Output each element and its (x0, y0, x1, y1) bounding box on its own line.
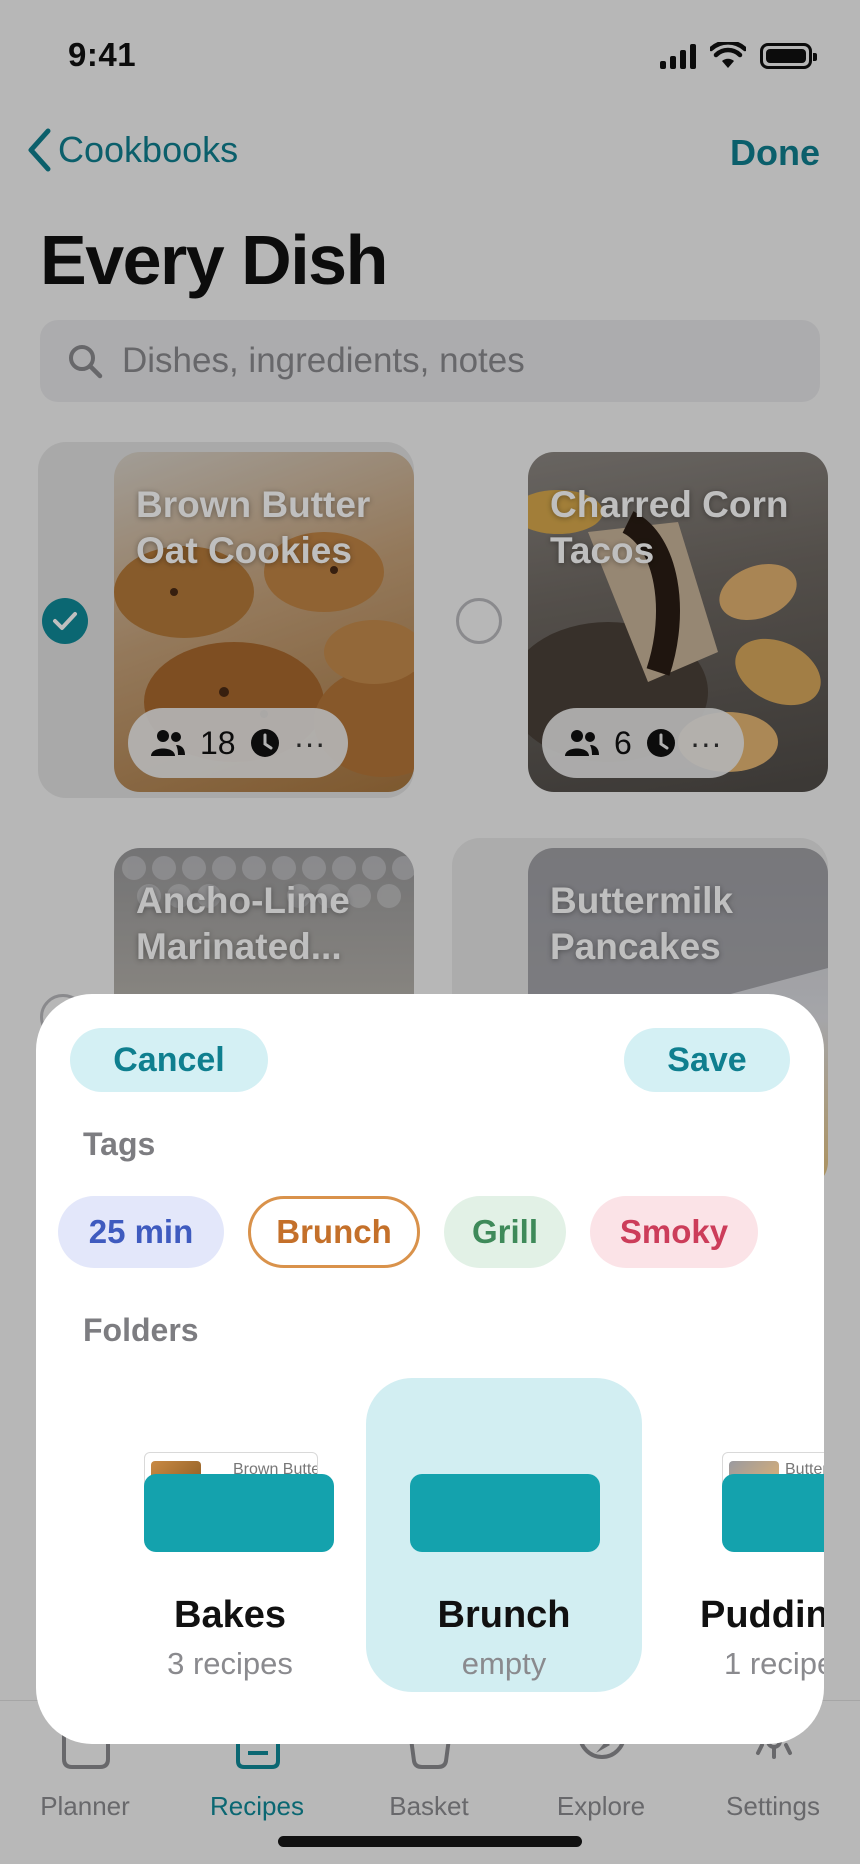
folder-puddings[interactable]: Buttermilk Puddings 1 recipe (692, 1378, 824, 1692)
folder-count: empty (461, 1646, 547, 1681)
folder-icon (144, 1474, 334, 1552)
folders-section-label: Folders (83, 1312, 199, 1348)
folder-count: 1 recipe (724, 1646, 824, 1681)
tag-chip-brunch[interactable]: Brunch (248, 1196, 420, 1268)
folder-name: Bakes (174, 1594, 286, 1636)
tags-section-label: Tags (83, 1126, 156, 1162)
home-indicator[interactable] (278, 1836, 582, 1847)
save-button[interactable]: Save (624, 1028, 790, 1092)
cancel-button[interactable]: Cancel (70, 1028, 268, 1092)
folder-icon (722, 1474, 824, 1552)
folder-icon (410, 1474, 600, 1552)
tag-chip-25-min[interactable]: 25 min (58, 1196, 224, 1268)
folder-brunch[interactable]: Brunch empty (366, 1378, 642, 1692)
tag-chip-smoky[interactable]: Smoky (590, 1196, 758, 1268)
folder-name: Brunch (437, 1594, 571, 1636)
tag-chip-grill[interactable]: Grill (444, 1196, 566, 1268)
tag-folder-sheet: Cancel Save Tags 25 min Brunch Grill Smo… (36, 994, 824, 1744)
folder-bakes[interactable]: Brown Butter Bakes 3 recipes (114, 1378, 346, 1692)
folder-name: Puddings (700, 1594, 824, 1636)
folder-count: 3 recipes (167, 1646, 293, 1681)
